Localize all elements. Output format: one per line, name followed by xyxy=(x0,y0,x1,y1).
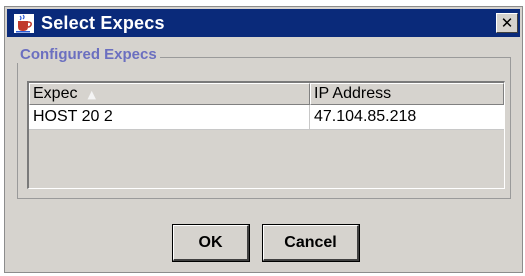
java-cup-icon xyxy=(13,13,35,33)
sort-ascending-icon: ▲ xyxy=(87,87,96,101)
cell-expec: HOST 20 2 xyxy=(29,105,310,129)
title-bar[interactable]: Select Expecs ✕ xyxy=(7,9,520,37)
expecs-table: Expec ▲ IP Address HOST 20 2 47.104.85.2… xyxy=(27,81,505,189)
column-header-label: Expec xyxy=(33,85,78,102)
window-title: Select Expecs xyxy=(41,12,165,33)
close-icon: ✕ xyxy=(500,14,514,32)
cell-ip-address: 47.104.85.218 xyxy=(314,108,417,125)
select-expecs-dialog: Select Expecs ✕ Configured Expecs Expec … xyxy=(4,6,523,273)
cancel-button[interactable]: Cancel xyxy=(262,224,360,262)
column-header-ip-address[interactable]: IP Address xyxy=(310,83,504,105)
group-legend: Configured Expecs xyxy=(17,46,160,63)
column-header-expec[interactable]: Expec ▲ xyxy=(29,83,310,105)
table-row[interactable]: HOST 20 2 47.104.85.218 xyxy=(29,105,504,130)
column-header-label: IP Address xyxy=(314,85,392,102)
ok-button[interactable]: OK xyxy=(172,224,250,262)
table-header: Expec ▲ IP Address xyxy=(29,83,504,105)
close-button[interactable]: ✕ xyxy=(496,13,518,33)
